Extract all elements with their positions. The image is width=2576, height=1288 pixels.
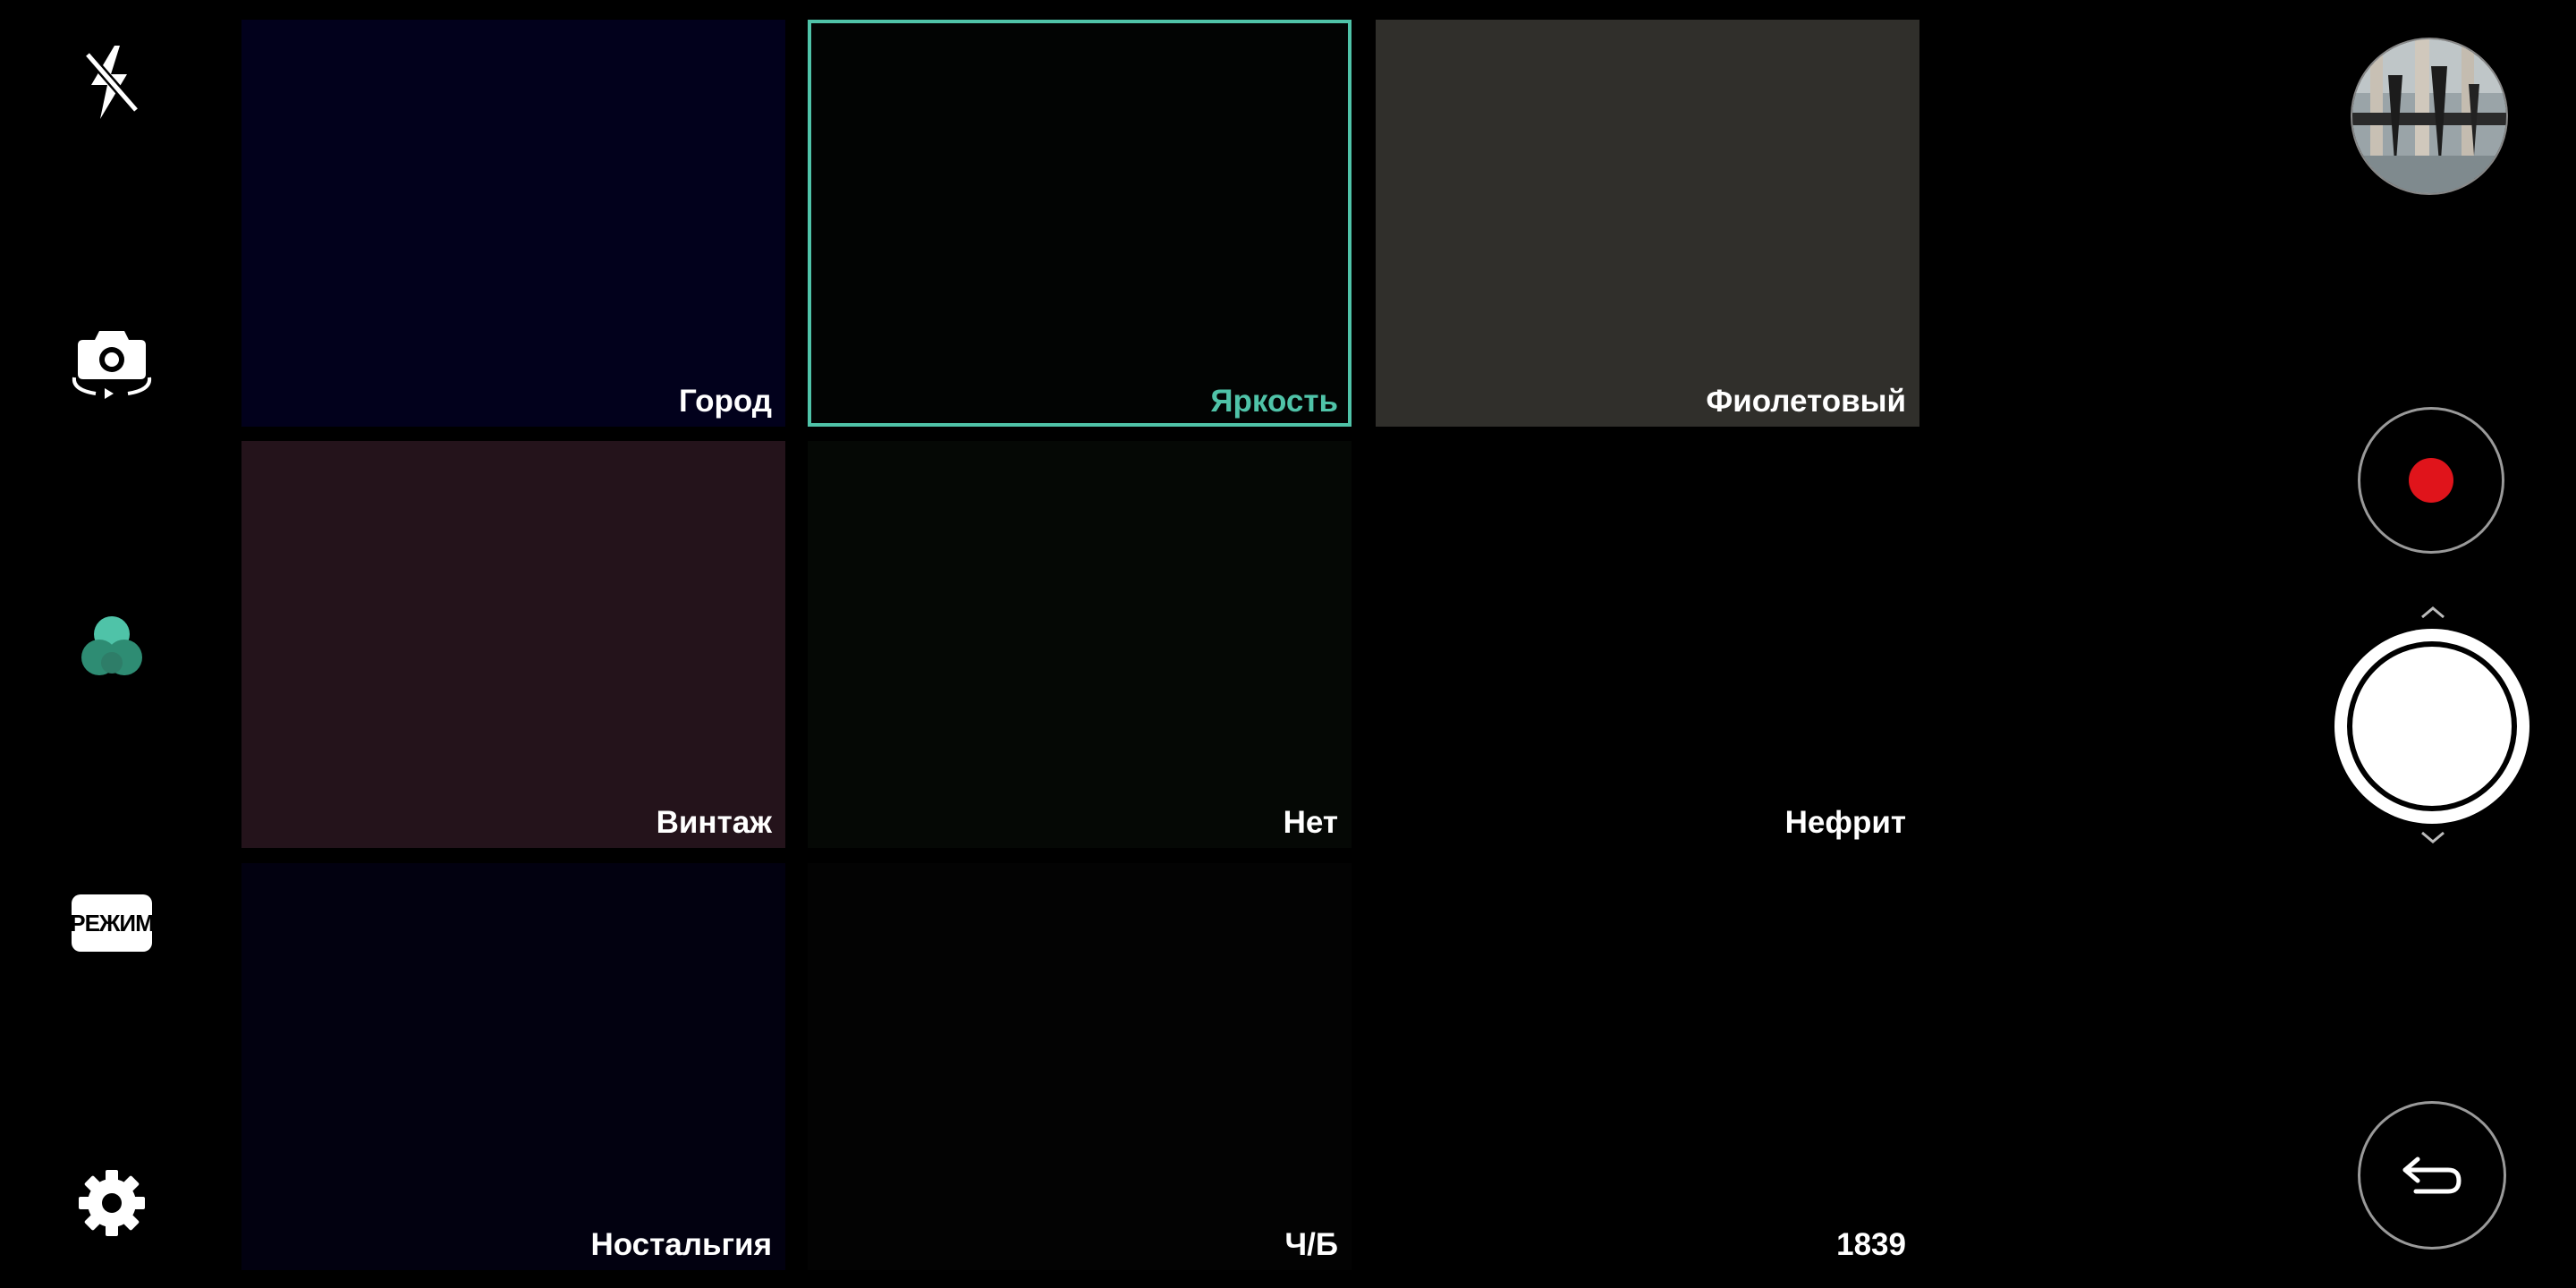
chevron-down-icon	[2421, 831, 2445, 843]
filter-tile-1839[interactable]: 1839	[1376, 863, 1919, 1270]
mode-label: РЕЖИМ	[70, 894, 155, 952]
record-icon	[2409, 458, 2453, 503]
chevron-up-icon	[2421, 606, 2445, 619]
switch-camera-button[interactable]	[58, 309, 165, 416]
filter-label: Ч/Б	[1284, 1227, 1338, 1262]
filter-label: Винтаж	[656, 805, 772, 840]
color-filter-icon	[81, 616, 142, 675]
mode-button[interactable]: РЕЖИМ	[58, 869, 165, 977]
filter-tile-nostalgiya[interactable]: Ностальгия	[242, 863, 785, 1270]
filter-label: Ностальгия	[590, 1227, 772, 1262]
filter-tile-bw[interactable]: Ч/Б	[808, 863, 1352, 1270]
gallery-preview-image	[2352, 39, 2506, 193]
filter-tile-yarkost[interactable]: Яркость	[808, 20, 1352, 427]
filter-label: Фиолетовый	[1706, 384, 1906, 419]
back-arrow-icon	[2402, 1157, 2462, 1194]
filter-tile-gorod[interactable]: Город	[242, 20, 785, 427]
flash-button[interactable]	[58, 29, 165, 136]
filter-label: Город	[679, 384, 772, 419]
filter-label: 1839	[1836, 1227, 1906, 1262]
flash-off-icon	[84, 46, 140, 119]
settings-button[interactable]	[58, 1149, 165, 1257]
record-button[interactable]	[2358, 407, 2504, 554]
camera-switch-icon	[72, 331, 152, 399]
filter-label: Яркость	[1210, 384, 1338, 419]
left-toolbar: РЕЖИМ	[0, 0, 224, 1288]
shutter-button[interactable]	[2334, 629, 2529, 824]
filter-tile-nefrit[interactable]: Нефрит	[1376, 441, 1919, 848]
gear-icon	[79, 1170, 145, 1236]
filters-button[interactable]	[58, 593, 165, 700]
filter-tile-fioletovyi[interactable]: Фиолетовый	[1376, 20, 1919, 427]
gallery-thumbnail[interactable]	[2351, 38, 2508, 195]
filter-label: Нефрит	[1784, 805, 1906, 840]
filter-grid: Город Яркость Фиолетовый Винтаж Нет Нефр…	[242, 20, 1919, 1270]
filter-tile-net[interactable]: Нет	[808, 441, 1352, 848]
filter-label: Нет	[1283, 805, 1338, 840]
back-button[interactable]	[2358, 1101, 2506, 1250]
filter-tile-vintazh[interactable]: Винтаж	[242, 441, 785, 848]
camera-screen: РЕЖИМ Город Яркость Фиолетовый Винтаж Не…	[0, 0, 2576, 1288]
shutter-icon	[2347, 641, 2517, 811]
